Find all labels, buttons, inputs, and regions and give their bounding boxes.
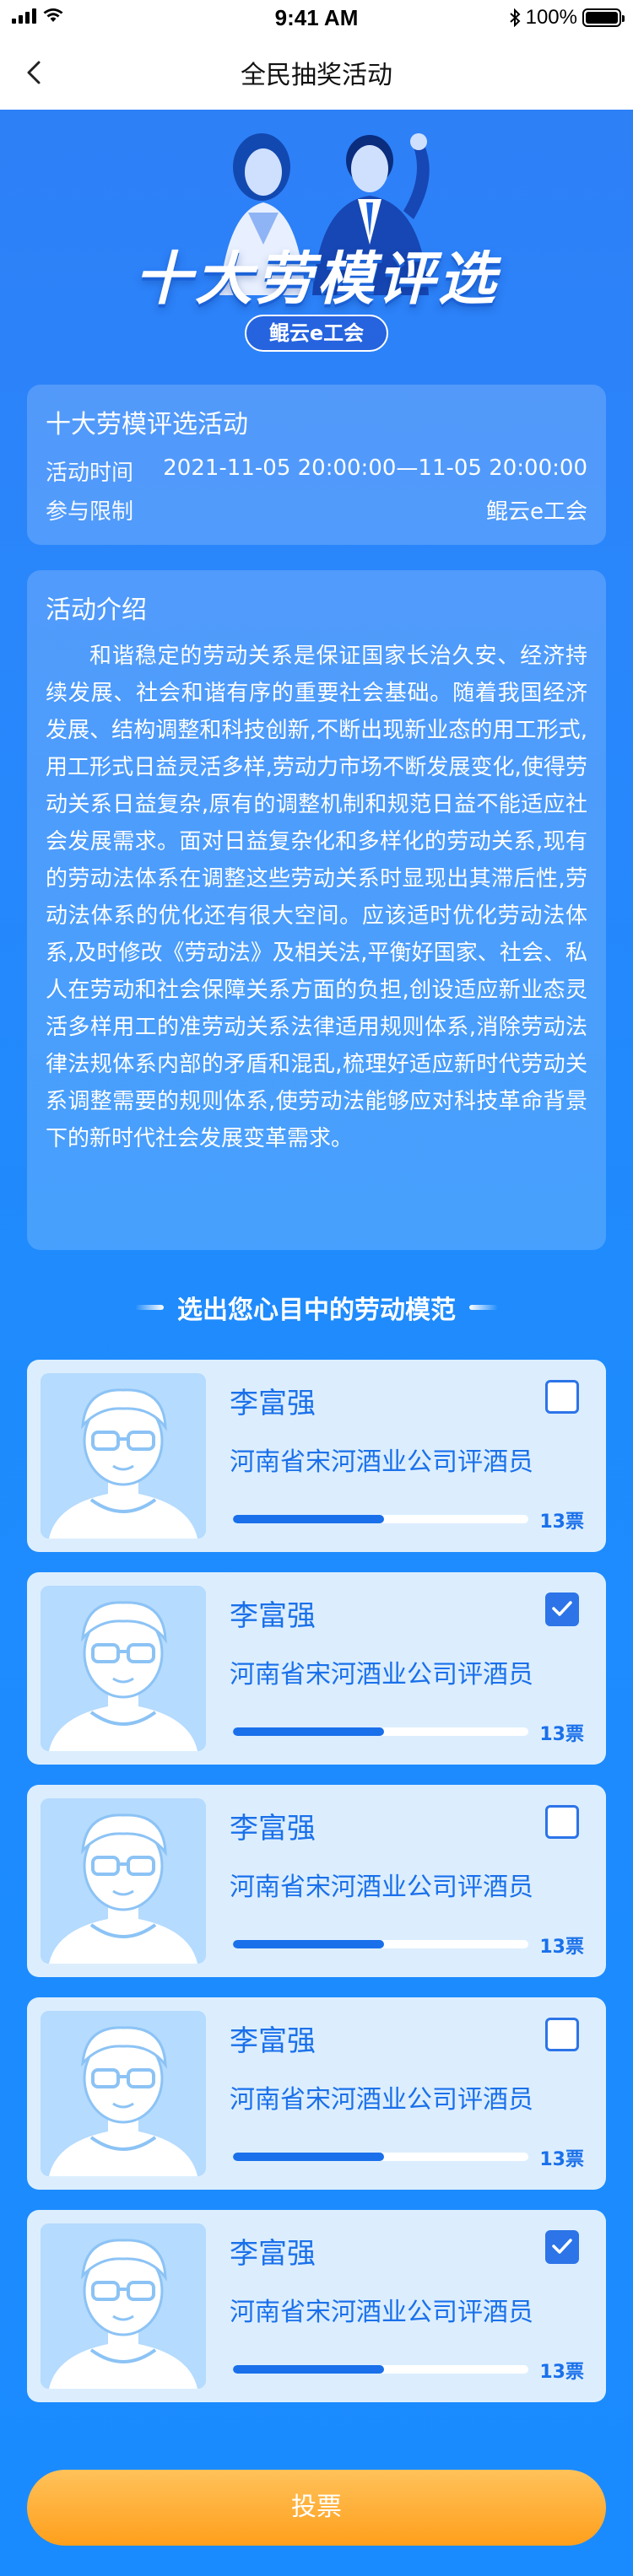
candidate-name: 李富强 [230, 1812, 316, 1846]
vote-count: 13票 [539, 2149, 584, 2170]
activity-time-value: 2021-11-05 20:00:00—11-05 20:00:00 [163, 455, 587, 481]
candidate-title: 河南省宋河酒业公司评酒员 [230, 1447, 533, 1477]
candidate-photo [41, 1798, 206, 1964]
candidate-title: 河南省宋河酒业公司评酒员 [230, 1873, 533, 1902]
heading-decoration-left [135, 1305, 164, 1310]
vote-progress-bar [233, 2153, 528, 2161]
banner-title: 十大劳模评选 [133, 246, 499, 313]
intro-title: 活动介绍 [46, 595, 147, 625]
candidate-card[interactable]: 李富强河南省宋河酒业公司评酒员 13票 [27, 1572, 606, 1765]
candidate-title: 河南省宋河酒业公司评酒员 [230, 2298, 533, 2327]
candidate-photo [41, 2011, 206, 2176]
avatar-illustration [41, 1586, 206, 1751]
vote-count: 13票 [539, 1512, 584, 1533]
candidates-heading-text: 选出您心目中的劳动模范 [177, 1296, 456, 1325]
avatar-illustration [41, 2011, 206, 2176]
battery-percent: 100% [525, 6, 577, 29]
page-title: 全民抽奖活动 [241, 61, 392, 90]
vote-progress-fill [233, 2365, 384, 2374]
vote-count: 13票 [539, 1724, 584, 1745]
candidate-card[interactable]: 李富强河南省宋河酒业公司评酒员 13票 [27, 1997, 606, 2190]
vote-count: 13票 [539, 1937, 584, 1958]
candidate-checkbox[interactable] [545, 1592, 579, 1626]
vote-progress-fill [233, 1940, 384, 1948]
status-bar: 9:41 AM 100% [0, 0, 633, 37]
organizer-badge: 鲲云e工会 [245, 315, 388, 352]
candidate-title: 河南省宋河酒业公司评酒员 [230, 1660, 533, 1689]
status-right: 100% [509, 6, 625, 30]
activity-intro-card: 活动介绍 和谐稳定的劳动关系是保证国家长治久安、经济持续发展、社会和谐有序的重要… [27, 570, 606, 1250]
candidate-checkbox[interactable] [545, 2018, 579, 2051]
participation-limit-row: 参与限制 鲲云e工会 [46, 494, 587, 525]
candidate-checkbox[interactable] [545, 2230, 579, 2264]
candidate-photo [41, 2223, 206, 2389]
candidate-title: 河南省宋河酒业公司评酒员 [230, 2085, 533, 2115]
candidate-card[interactable]: 李富强河南省宋河酒业公司评酒员 13票 [27, 1360, 606, 1552]
avatar-illustration [41, 1798, 206, 1964]
activity-time-label: 活动时间 [46, 461, 134, 486]
vote-progress-bar [233, 1727, 528, 1736]
vote-progress-bar [233, 1515, 528, 1523]
candidate-checkbox[interactable] [545, 1805, 579, 1839]
candidates-heading: 选出您心目中的劳动模范 [0, 1289, 633, 1326]
activity-title: 十大劳模评选活动 [46, 410, 248, 439]
participation-limit-label: 参与限制 [46, 499, 134, 525]
participation-limit-value: 鲲云e工会 [486, 499, 587, 525]
nav-bar: 全民抽奖活动 [0, 37, 633, 110]
banner: 十大劳模评选 鲲云e工会 [0, 110, 633, 388]
candidate-name: 李富强 [230, 1387, 316, 1420]
vote-progress-bar [233, 2365, 528, 2374]
bluetooth-icon [509, 8, 521, 27]
vote-progress-bar [233, 1940, 528, 1948]
vote-progress-fill [233, 1515, 384, 1523]
battery-icon [582, 8, 625, 27]
activity-time-row: 活动时间 2021-11-05 20:00:00—11-05 20:00:00 [46, 455, 587, 487]
heading-decoration-right [469, 1305, 498, 1310]
candidate-name: 李富强 [230, 1599, 316, 1633]
candidate-photo [41, 1586, 206, 1751]
candidate-card[interactable]: 李富强河南省宋河酒业公司评酒员 13票 [27, 1785, 606, 1977]
avatar-illustration [41, 2223, 206, 2389]
candidate-card[interactable]: 李富强河南省宋河酒业公司评酒员 13票 [27, 2210, 606, 2402]
activity-info-card: 十大劳模评选活动 活动时间 2021-11-05 20:00:00—11-05 … [27, 385, 606, 545]
vote-count: 13票 [539, 2362, 584, 2383]
vote-progress-fill [233, 2153, 384, 2161]
candidate-checkbox[interactable] [545, 1380, 579, 1414]
candidate-name: 李富强 [230, 2024, 316, 2058]
candidate-name: 李富强 [230, 2237, 316, 2271]
intro-body: 和谐稳定的劳动关系是保证国家长治久安、经济持续发展、社会和谐有序的重要社会基础。… [46, 644, 587, 1151]
vote-button[interactable]: 投票 [27, 2470, 606, 2546]
vote-progress-fill [233, 1727, 384, 1736]
candidate-photo [41, 1373, 206, 1539]
avatar-illustration [41, 1373, 206, 1539]
